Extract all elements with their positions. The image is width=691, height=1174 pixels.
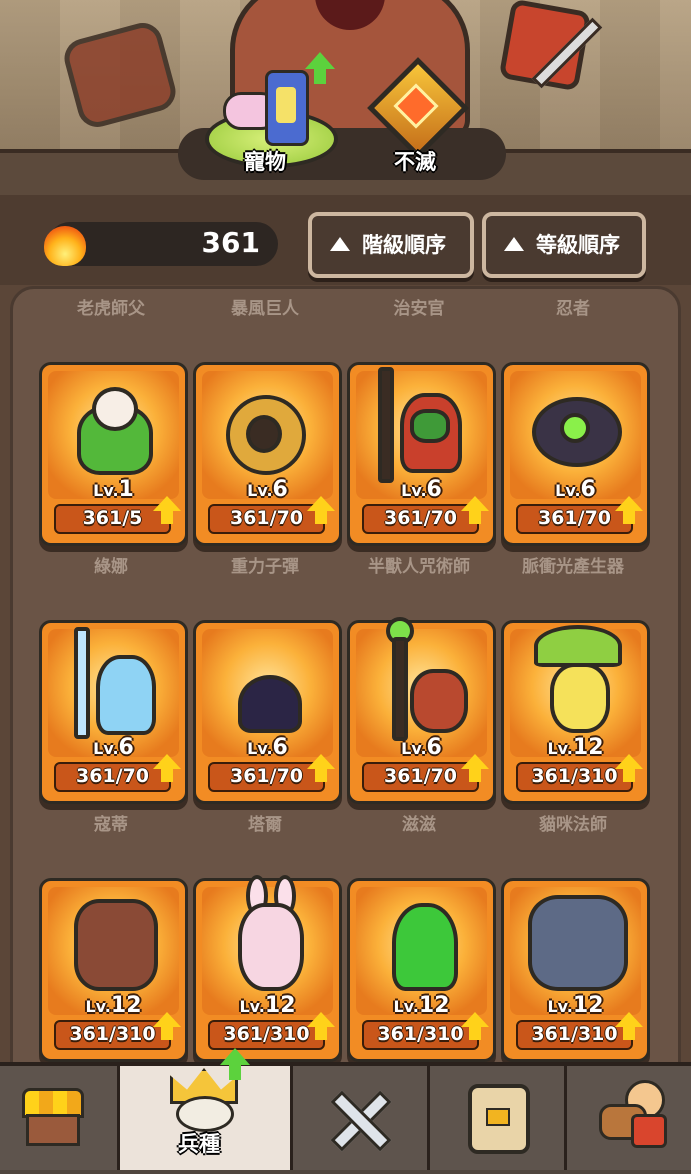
- ice-dragon-character-icon: [524, 891, 628, 991]
- unit-card[interactable]: Lv.12 361/310: [39, 878, 188, 1062]
- card-icon: [468, 1084, 530, 1154]
- nav-cards[interactable]: [430, 1066, 567, 1170]
- level-prefix: Lv.: [547, 739, 573, 758]
- unit-name-label: 重力子彈: [231, 557, 299, 577]
- upgrade-arrow-icon: [615, 1012, 643, 1042]
- level-prefix: Lv.: [393, 997, 419, 1016]
- level-prefix: Lv.: [401, 481, 427, 500]
- level-prefix: Lv.: [85, 997, 111, 1016]
- lantern-icon: [265, 70, 309, 146]
- unit-name-label: 治安官: [393, 299, 445, 319]
- unit-level: 12: [110, 993, 142, 1018]
- tab-immortal-label: 不滅: [394, 150, 436, 174]
- level-prefix: Lv.: [93, 481, 119, 500]
- unit-name-label: 綠娜: [94, 557, 128, 577]
- heroes-icon: [595, 1080, 667, 1148]
- upgrade-arrow-icon: [307, 754, 335, 784]
- unit-card[interactable]: Lv.12 361/310: [347, 878, 496, 1062]
- tab-pet-label: 寵物: [244, 150, 286, 174]
- upgrade-arrow-icon: [153, 1012, 181, 1042]
- upgrade-arrow-icon: [615, 754, 643, 784]
- sort-by-rank-button[interactable]: 階級順序: [308, 212, 474, 278]
- nav-units[interactable]: 兵種: [120, 1048, 293, 1170]
- triangle-up-icon: [330, 237, 350, 251]
- unit-name-label: 老虎師父: [77, 299, 145, 319]
- unit-card[interactable]: Lv.6 361/70: [347, 617, 496, 804]
- level-prefix: Lv.: [547, 997, 573, 1016]
- unit-name-label: 塔爾: [248, 815, 282, 835]
- unit-name-label: 忍者: [556, 299, 590, 319]
- shop-icon: [22, 1088, 84, 1146]
- unit-card[interactable]: Lv.1 361/5: [39, 362, 188, 546]
- unit-card[interactable]: Lv.6 361/70: [347, 362, 496, 546]
- fire-icon: [42, 218, 88, 266]
- sort-by-level-label: 等級順序: [536, 233, 620, 257]
- ice-mage-character-icon: [62, 627, 162, 739]
- bunny-character-icon: [216, 875, 316, 991]
- unit-card[interactable]: Lv.12 361/310: [501, 878, 650, 1062]
- level-prefix: Lv.: [247, 739, 273, 758]
- level-prefix: Lv.: [93, 739, 119, 758]
- unit-level: 6: [426, 477, 442, 502]
- upgrade-arrow-icon: [615, 496, 643, 526]
- unit-name-label: 脈衝光產生器: [522, 557, 624, 577]
- tab-immortal[interactable]: [367, 57, 469, 159]
- level-prefix: Lv.: [239, 997, 265, 1016]
- pulse-generator-character-icon: [524, 625, 624, 733]
- unit-card[interactable]: Lv.6 361/70: [193, 362, 342, 546]
- unit-name-label: 寇蒂: [94, 815, 128, 835]
- upgrade-arrow-icon: [461, 754, 489, 784]
- unit-card[interactable]: Lv.12 361/310: [193, 875, 342, 1062]
- currency-value: 361: [201, 226, 260, 259]
- upgrade-arrow-icon: [461, 496, 489, 526]
- unit-level: 6: [426, 735, 442, 760]
- upgrade-arrow-icon: [307, 496, 335, 526]
- level-prefix: Lv.: [401, 739, 427, 758]
- nav-units-label: 兵種: [178, 1132, 220, 1156]
- unit-card[interactable]: Lv.6 361/70: [193, 620, 342, 804]
- sort-by-rank-label: 階級順序: [362, 233, 446, 257]
- upgrade-arrow-icon: [461, 1012, 489, 1042]
- unit-card[interactable]: Lv.12 361/310: [501, 620, 650, 804]
- level-prefix: Lv.: [555, 481, 581, 500]
- sheriff-character-icon: [370, 367, 470, 483]
- nav-shop[interactable]: [0, 1066, 120, 1170]
- unit-name-label: 半獸人咒術師: [368, 557, 470, 577]
- upgrade-available-icon: [305, 52, 335, 86]
- unit-level: 12: [572, 735, 604, 760]
- unit-level: 6: [580, 477, 596, 502]
- ninja-bot-character-icon: [524, 375, 624, 475]
- triangle-up-icon: [504, 237, 524, 251]
- upgrade-available-icon: [220, 1048, 250, 1082]
- unit-level: 1: [118, 477, 134, 502]
- unit-card[interactable]: Lv.6 361/70: [501, 362, 650, 546]
- sort-by-level-button[interactable]: 等級順序: [482, 212, 646, 278]
- upgrade-arrow-icon: [153, 496, 181, 526]
- unit-name-label: 滋滋: [402, 815, 436, 835]
- unit-level: 6: [118, 735, 134, 760]
- unit-level: 12: [418, 993, 450, 1018]
- unit-level: 12: [264, 993, 296, 1018]
- crossed-swords-icon: [327, 1088, 392, 1152]
- unit-level: 6: [272, 735, 288, 760]
- dryad-character-icon: [62, 375, 162, 475]
- level-prefix: Lv.: [247, 481, 273, 500]
- shadow-blob-character-icon: [216, 633, 316, 733]
- orc-shaman-character-icon: [370, 617, 470, 741]
- unit-name-label: 暴風巨人: [231, 299, 299, 319]
- unit-level: 12: [572, 993, 604, 1018]
- upgrade-arrow-icon: [307, 1012, 335, 1042]
- unit-name-label: 貓咪法師: [539, 815, 607, 835]
- gravity-cannon-character-icon: [216, 375, 316, 475]
- nav-heroes[interactable]: [567, 1066, 691, 1170]
- unit-level: 6: [272, 477, 288, 502]
- upgrade-arrow-icon: [153, 754, 181, 784]
- golem-character-icon: [62, 891, 162, 991]
- nav-battle[interactable]: [293, 1066, 430, 1170]
- unit-card[interactable]: Lv.6 361/70: [39, 620, 188, 804]
- slime-character-icon: [370, 891, 470, 991]
